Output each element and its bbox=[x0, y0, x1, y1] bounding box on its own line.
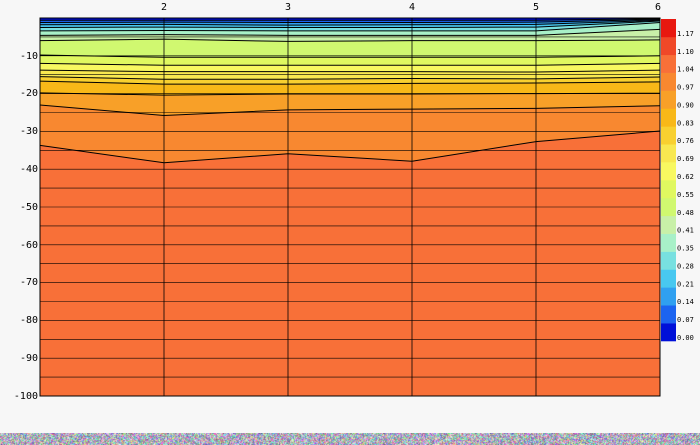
colorbar-swatch bbox=[661, 233, 676, 252]
colorbar-label: 0.35 bbox=[677, 245, 694, 253]
colorbar-label: 0.07 bbox=[677, 316, 694, 324]
colorbar-label: 0.90 bbox=[677, 101, 694, 109]
x-tick-label: 6 bbox=[655, 2, 661, 13]
colorbar-swatch bbox=[661, 72, 676, 91]
y-tick-label: -90 bbox=[20, 353, 38, 364]
x-tick-label: 2 bbox=[161, 2, 167, 13]
colorbar-swatch bbox=[661, 323, 676, 342]
colorbar-label: 0.00 bbox=[677, 334, 694, 342]
colorbar-swatch bbox=[661, 197, 676, 217]
x-tick-label: 3 bbox=[285, 2, 291, 13]
colorbar-label: 1.10 bbox=[677, 48, 694, 56]
y-axis: -10 -20 -30 -40 -50 -60 -70 -80 -90 -100 bbox=[14, 51, 38, 402]
y-tick-label: -60 bbox=[20, 240, 38, 251]
colorbar-swatch bbox=[661, 36, 676, 56]
colorbar-swatch bbox=[661, 144, 676, 163]
x-axis: 2 3 4 5 6 bbox=[161, 2, 661, 13]
colorbar-swatch bbox=[661, 269, 676, 288]
colorbar-label: 1.17 bbox=[677, 30, 694, 38]
colorbar-swatch bbox=[661, 162, 676, 181]
y-tick-label: -50 bbox=[20, 202, 38, 213]
x-tick-label: 5 bbox=[533, 2, 539, 13]
colorbar-swatch bbox=[661, 251, 676, 270]
colorbar-swatch bbox=[661, 19, 676, 38]
colorbar-label: 0.14 bbox=[677, 298, 694, 306]
colorbar-swatch bbox=[661, 287, 676, 306]
noise-strip bbox=[0, 433, 700, 445]
colorbar-label: 0.62 bbox=[677, 173, 694, 181]
colorbar-label: 0.69 bbox=[677, 155, 694, 163]
colorbar-swatch bbox=[661, 54, 676, 73]
colorbar-swatch bbox=[661, 305, 676, 324]
colorbar-swatch bbox=[661, 108, 676, 127]
colorbar-label: 0.76 bbox=[677, 137, 694, 145]
colorbar-label: 0.55 bbox=[677, 191, 694, 199]
colorbar-swatch bbox=[661, 126, 676, 145]
y-tick-label: -10 bbox=[20, 51, 38, 62]
colorbar-label: 0.83 bbox=[677, 119, 694, 127]
y-tick-label: -30 bbox=[20, 126, 38, 137]
colorbar-label: 0.48 bbox=[677, 209, 694, 217]
y-tick-label: -40 bbox=[20, 164, 38, 175]
colorbar-label: 0.28 bbox=[677, 262, 694, 270]
colorbar-label: 0.97 bbox=[677, 84, 694, 92]
colorbar: 0.00 0.07 0.14 0.21 0.28 0.35 0.41 0.48 0.55 0.62… bbox=[661, 19, 694, 342]
y-tick-label: -100 bbox=[14, 391, 38, 402]
x-tick-label: 4 bbox=[409, 2, 415, 13]
colorbar-swatch bbox=[661, 215, 676, 234]
y-tick-label: -20 bbox=[20, 88, 38, 99]
y-tick-label: -80 bbox=[20, 315, 38, 326]
colorbar-swatch bbox=[661, 90, 676, 109]
colorbar-label: 1.04 bbox=[677, 66, 694, 74]
colorbar-swatch bbox=[661, 180, 676, 199]
colorbar-label: 0.41 bbox=[677, 227, 694, 235]
y-tick-label: -70 bbox=[20, 277, 38, 288]
contour-band bbox=[40, 39, 660, 58]
grid-lines bbox=[40, 18, 660, 396]
contour-chart: 2 3 4 5 6 -10 -20 -30 -40 -50 -60 -70 -8… bbox=[14, 2, 694, 402]
colorbar-label: 0.21 bbox=[677, 280, 694, 288]
